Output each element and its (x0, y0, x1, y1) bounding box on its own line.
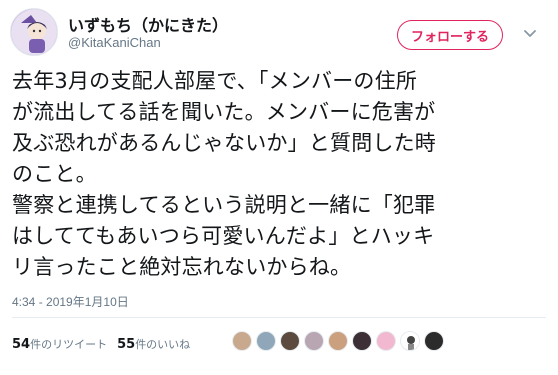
tweet-stats: 54 件のリツイート 55 件のいいね (12, 336, 190, 352)
tweet-text-line: 去年3月の支配人部屋で、「メンバーの住所 (12, 69, 418, 93)
liker-avatars (232, 331, 444, 351)
user-avatar[interactable] (10, 8, 58, 56)
liker-avatar-icon[interactable] (424, 331, 444, 351)
retweet-stat[interactable]: 54 件のリツイート (12, 336, 107, 352)
chevron-down-icon[interactable] (522, 26, 538, 42)
liker-avatar-icon[interactable] (232, 331, 252, 351)
liker-avatar-icon[interactable] (304, 331, 324, 351)
tweet-text-line: のこと。 (12, 162, 97, 186)
avatar-illustration-icon (11, 9, 57, 55)
tweet-text-line: 警察と連携してるという説明と一緒に「犯罪 (12, 193, 436, 217)
follow-button[interactable]: フォローする (397, 20, 503, 50)
tweet-timestamp[interactable]: 4:34 - 2019年1月10日 (12, 293, 129, 310)
liker-avatar-icon[interactable] (328, 331, 348, 351)
divider (12, 317, 546, 318)
liker-avatar-icon[interactable] (400, 331, 420, 351)
user-handle[interactable]: @KitaKaniChan (68, 35, 161, 50)
liker-avatar-icon[interactable] (280, 331, 300, 351)
like-stat[interactable]: 55 件のいいね (117, 336, 190, 352)
liker-avatar-icon[interactable] (256, 331, 276, 351)
like-count: 55 (117, 337, 136, 352)
tweet-text: 去年3月の支配人部屋で、「メンバーの住所 が流出してる話を聞いた。メンバーに危害… (12, 66, 548, 283)
tweet-text-line: 及ぶ恐れがあるんじゃないか」と質問した時 (12, 131, 436, 155)
display-name[interactable]: いずもち（かにきた） (68, 12, 228, 36)
like-label: 件のいいね (135, 338, 191, 351)
tweet-text-line: リ言ったこと絶対忘れないからね。 (12, 255, 352, 279)
tweet-card: いずもち（かにきた） @KitaKaniChan フォローする 去年3月の支配人… (0, 0, 558, 375)
retweet-label: 件のリツイート (30, 338, 108, 351)
tweet-text-line: が流出してる話を聞いた。メンバーに危害が (12, 100, 436, 124)
tweet-text-line: はしててもあいつら可愛いんだよ」とハッキ (12, 224, 435, 248)
retweet-count: 54 (12, 337, 31, 352)
liker-avatar-icon[interactable] (376, 331, 396, 351)
liker-avatar-icon[interactable] (352, 331, 372, 351)
